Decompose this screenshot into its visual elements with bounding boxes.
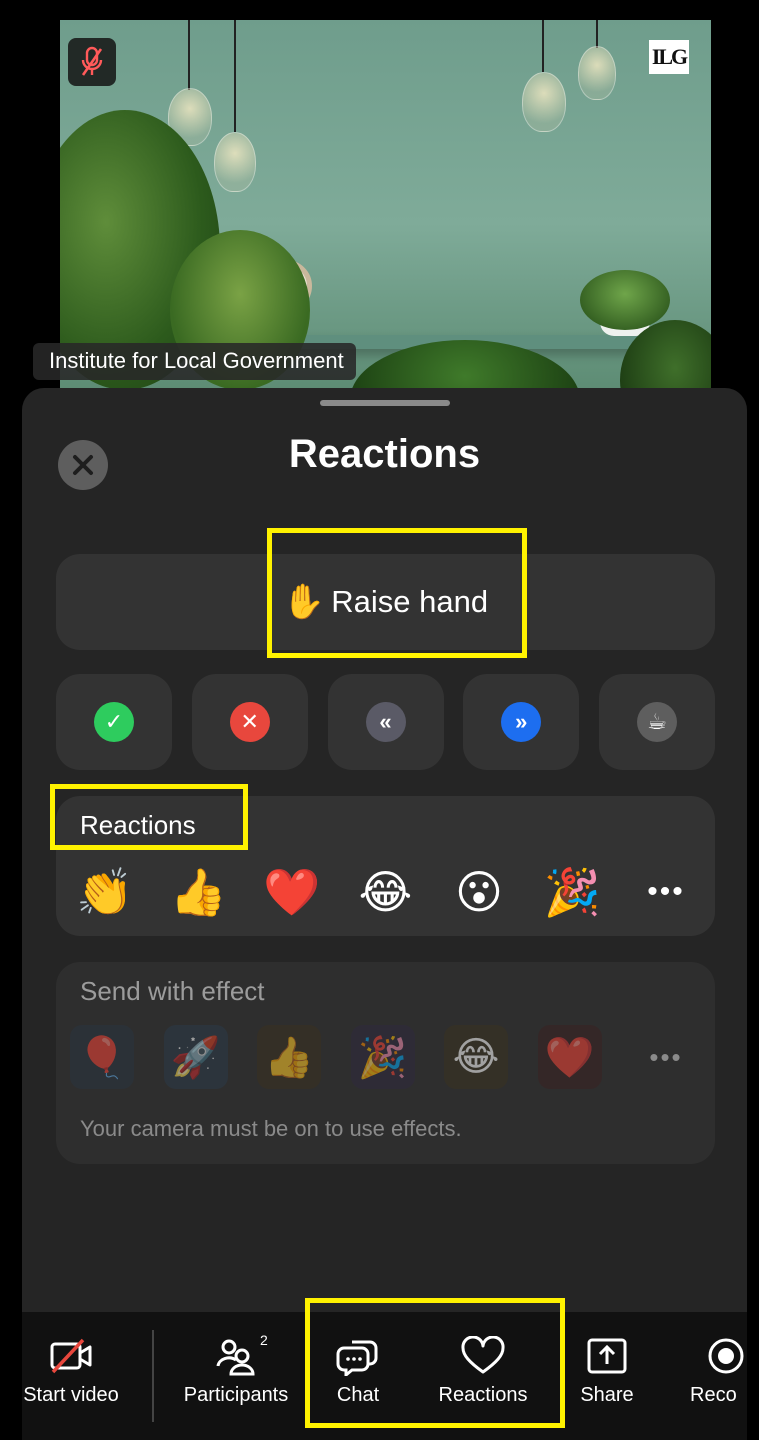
participants-button[interactable]: Participants 2 xyxy=(174,1332,298,1407)
send-with-effect-panel: Send with effect 🎈 🚀 👍 🎉 😂 ❤️ ••• Your c… xyxy=(56,962,715,1164)
no-button[interactable]: ✕ xyxy=(191,674,308,770)
rocket-effect-icon: 🚀 xyxy=(163,1025,228,1089)
lamp-bulb xyxy=(522,72,566,132)
chat-button[interactable]: Chat xyxy=(318,1336,398,1407)
yes-button[interactable]: ✓ xyxy=(56,674,172,770)
chat-label: Chat xyxy=(336,1384,380,1406)
participants-icon xyxy=(216,1339,255,1376)
reactions-toolbar-label: Reactions xyxy=(438,1384,528,1406)
go-slower-button[interactable]: « xyxy=(327,674,444,770)
mic-muted-icon xyxy=(68,38,116,86)
more-reactions-icon[interactable]: ••• xyxy=(631,862,701,922)
laughing-effect-icon: 😂 xyxy=(444,1025,508,1089)
participants-label: Participants xyxy=(183,1384,289,1406)
share-icon xyxy=(587,1338,627,1374)
participant-name-tag: Institute for Local Government xyxy=(33,343,356,380)
cross-icon: ✕ xyxy=(229,702,270,742)
sheet-drag-handle[interactable] xyxy=(320,400,450,406)
share-button[interactable]: Share xyxy=(572,1336,642,1407)
video-tile: ILG xyxy=(60,20,711,390)
participants-count: 2 xyxy=(260,1332,268,1348)
heart-icon[interactable]: ❤️ xyxy=(257,862,327,922)
reactions-panel: Reactions 👏 👍 ❤️ 😂 😮 🎉 ••• xyxy=(56,796,715,936)
coffee-icon: ☕ xyxy=(637,702,677,742)
lamp-wire xyxy=(596,20,598,48)
record-label: Reco xyxy=(690,1384,737,1406)
effect-row: 🎈 🚀 👍 🎉 😂 ❤️ ••• xyxy=(70,1024,701,1090)
heart-outline-icon xyxy=(461,1336,505,1374)
party-effect-icon: 🎉 xyxy=(350,1025,415,1089)
lamp-bulb xyxy=(578,46,616,100)
toolbar-divider xyxy=(152,1330,154,1422)
coffee-break-button[interactable]: ☕ xyxy=(599,674,715,770)
surprised-face-icon[interactable]: 😮 xyxy=(444,862,514,922)
record-icon xyxy=(708,1338,744,1374)
clapping-hands-icon[interactable]: 👏 xyxy=(70,862,140,922)
raise-hand-label: Raise hand xyxy=(331,584,489,619)
chat-icon xyxy=(336,1340,378,1376)
plant-decor xyxy=(580,270,670,330)
raise-hand-button[interactable]: ✋ Raise hand xyxy=(56,554,715,650)
fast-forward-icon: » xyxy=(501,702,542,742)
rewind-icon: « xyxy=(365,702,406,742)
quick-feedback-row: ✓ ✕ « » ☕ xyxy=(56,674,715,770)
start-video-button[interactable]: Start video xyxy=(16,1336,126,1407)
tears-of-joy-icon[interactable]: 😂 xyxy=(351,862,421,922)
party-popper-icon[interactable]: 🎉 xyxy=(538,862,608,922)
start-video-label: Start video xyxy=(23,1384,119,1406)
lamp-wire xyxy=(188,20,190,90)
raised-hand-icon: ✋ xyxy=(282,583,326,621)
reactions-label: Reactions xyxy=(80,810,196,840)
thumbs-up-effect-icon: 👍 xyxy=(257,1025,321,1089)
go-faster-button[interactable]: » xyxy=(463,674,580,770)
video-off-icon xyxy=(50,1338,92,1374)
heart-effect-icon: ❤️ xyxy=(537,1025,602,1089)
send-with-effect-label: Send with effect xyxy=(80,976,265,1006)
reaction-emoji-row: 👏 👍 ❤️ 😂 😮 🎉 ••• xyxy=(70,860,701,924)
lamp-wire xyxy=(542,20,544,72)
effects-disabled-note: Your camera must be on to use effects. xyxy=(80,1116,462,1141)
more-effects-icon: ••• xyxy=(649,1042,683,1072)
record-button[interactable]: Reco xyxy=(690,1336,750,1407)
checkmark-icon: ✓ xyxy=(94,702,134,742)
lamp-bulb xyxy=(214,132,256,192)
ilg-logo: ILG xyxy=(649,40,689,74)
lamp-wire xyxy=(234,20,236,132)
reactions-toolbar-button[interactable]: Reactions xyxy=(428,1336,538,1407)
thumbs-up-icon[interactable]: 👍 xyxy=(164,862,234,922)
reactions-sheet: Reactions ✋ Raise hand ✓ ✕ « » ☕ Reactio… xyxy=(22,388,747,1312)
share-label: Share xyxy=(580,1384,634,1406)
meeting-toolbar: Start video Participants 2 Chat Reaction… xyxy=(22,1312,747,1440)
sheet-title: Reactions xyxy=(288,432,481,476)
balloon-effect-icon: 🎈 xyxy=(70,1025,134,1089)
